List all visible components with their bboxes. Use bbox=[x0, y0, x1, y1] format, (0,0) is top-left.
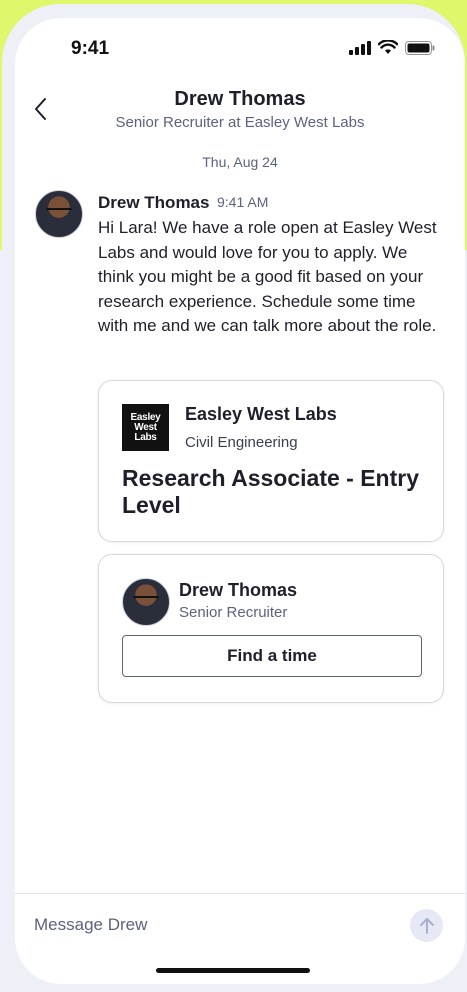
message-sender: Drew Thomas bbox=[98, 193, 210, 212]
find-a-time-button[interactable]: Find a time bbox=[122, 635, 422, 677]
company-logo: Easley West Labs bbox=[122, 404, 169, 451]
conversation-subtitle: Senior Recruiter at Easley West Labs bbox=[115, 114, 365, 131]
date-separator: Thu, Aug 24 bbox=[202, 154, 278, 170]
company-name: Easley West Labs bbox=[185, 404, 337, 424]
job-title: Research Associate - Entry Level bbox=[122, 465, 420, 518]
cellular-signal-icon bbox=[349, 40, 371, 55]
recruiter-name: Drew Thomas bbox=[179, 580, 298, 600]
status-icons bbox=[349, 40, 435, 55]
screen: 9:41 Drew Thomas Senior Recruiter at Eas… bbox=[15, 18, 465, 984]
recruiter-card: Drew Thomas Senior Recruiter Find a time bbox=[98, 554, 444, 703]
home-indicator bbox=[156, 968, 310, 973]
job-posting-card[interactable]: Easley West Labs Easley West Labs Civil … bbox=[98, 380, 444, 542]
battery-icon bbox=[405, 40, 435, 55]
phone-frame: 9:41 Drew Thomas Senior Recruiter at Eas… bbox=[2, 4, 465, 992]
composer-divider bbox=[15, 893, 465, 894]
send-arrow-icon bbox=[419, 917, 434, 934]
status-time: 9:41 bbox=[71, 38, 110, 59]
wifi-icon bbox=[378, 40, 398, 54]
sender-avatar[interactable] bbox=[35, 190, 83, 238]
conversation-title: Drew Thomas bbox=[174, 88, 306, 110]
recruiter-title: Senior Recruiter bbox=[179, 604, 288, 621]
message-timestamp: 9:41 AM bbox=[217, 194, 269, 210]
message-body: Hi Lara! We have a role open at Easley W… bbox=[98, 218, 437, 335]
send-button[interactable] bbox=[410, 909, 443, 942]
recruiter-avatar[interactable] bbox=[122, 578, 170, 626]
department: Civil Engineering bbox=[185, 434, 298, 451]
message-input[interactable] bbox=[34, 912, 394, 938]
